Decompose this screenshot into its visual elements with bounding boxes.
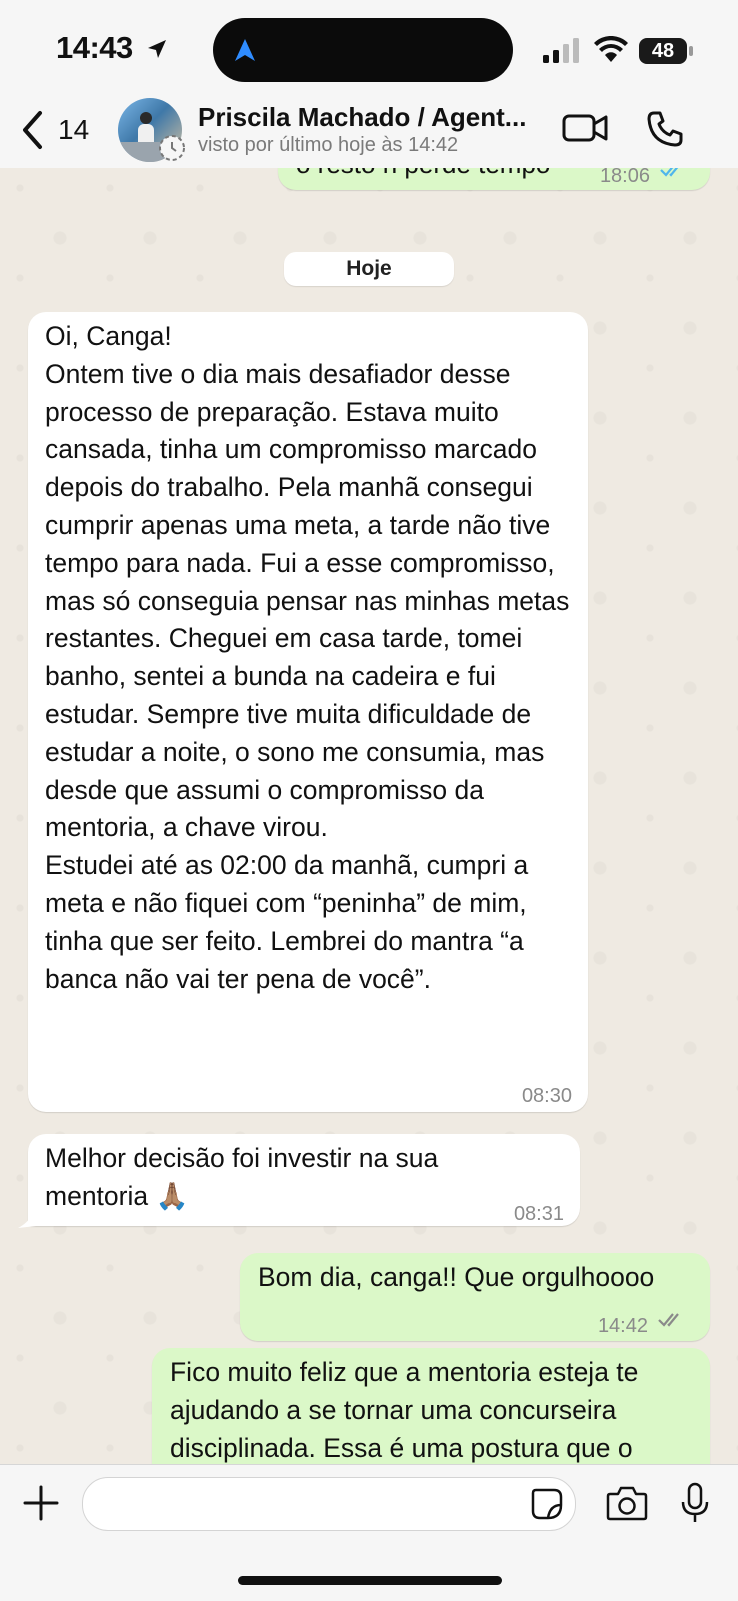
wifi-icon [594, 36, 628, 62]
home-indicator [238, 1576, 502, 1585]
delivered-ticks-icon [658, 1313, 679, 1327]
outgoing-message[interactable]: Fico muito feliz que a mentoria esteja t… [152, 1348, 710, 1464]
dynamic-island [213, 18, 513, 82]
battery-indicator: 48 [639, 38, 687, 64]
message-text: Melhor decisão foi investir na sua mento… [45, 1143, 439, 1211]
message-text: o resto n perde tempo [296, 168, 550, 184]
outgoing-message[interactable]: Bom dia, canga!! Que orgulhoooo 14:42 [240, 1253, 710, 1341]
status-time: 14:43 [56, 30, 133, 65]
date-divider: Hoje [284, 252, 454, 286]
message-time: 18:06 [599, 168, 650, 187]
status-ring-icon [159, 135, 185, 161]
message-time: 08:31 [513, 1203, 564, 1225]
camera-icon[interactable] [606, 1485, 648, 1521]
message-text: Fico muito feliz que a mentoria esteja t… [170, 1357, 639, 1463]
navigation-app-icon [235, 39, 255, 61]
chat-area[interactable]: o resto n perde tempo 18:06 Hoje Oi, Can… [0, 168, 738, 1464]
sticker-icon[interactable] [530, 1487, 564, 1521]
voice-call-icon[interactable] [646, 110, 684, 148]
location-arrow-icon [148, 40, 166, 58]
unread-count[interactable]: 14 [58, 114, 89, 146]
last-seen-status: visto por último hoje às 14:42 [198, 134, 459, 156]
outgoing-message-partial[interactable]: o resto n perde tempo 18:06 [278, 168, 710, 190]
battery-cap [689, 46, 693, 56]
video-call-icon[interactable] [562, 112, 608, 144]
back-chevron-icon[interactable] [20, 110, 44, 150]
bubble-tail-icon [18, 1208, 36, 1228]
message-time: 14:42 [597, 1315, 648, 1337]
read-ticks-icon [660, 168, 679, 177]
contact-name[interactable]: Priscila Machado / Agent... [198, 102, 548, 133]
message-text: Oi, Canga! Ontem tive o dia mais desafia… [45, 321, 570, 994]
incoming-message[interactable]: Oi, Canga! Ontem tive o dia mais desafia… [28, 312, 588, 1112]
message-text: Bom dia, canga!! Que orgulhoooo [258, 1262, 655, 1292]
attach-plus-icon[interactable] [22, 1484, 60, 1522]
incoming-message[interactable]: Melhor decisão foi investir na sua mento… [28, 1134, 580, 1226]
microphone-icon[interactable] [678, 1482, 712, 1524]
cellular-signal-icon [543, 38, 579, 63]
message-input[interactable] [82, 1477, 576, 1531]
message-time: 08:30 [521, 1085, 572, 1107]
